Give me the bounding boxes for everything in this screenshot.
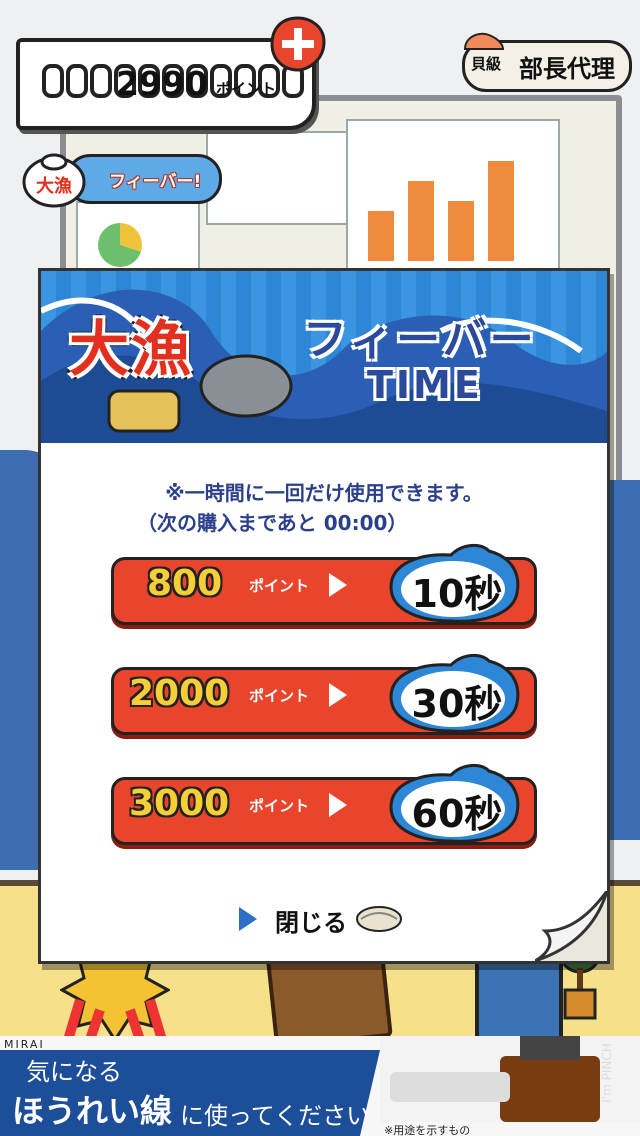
points-unit: ポイント: [216, 80, 277, 98]
pie-mark: [98, 223, 142, 267]
bar-chart-sheet: [346, 119, 560, 273]
fever-badge[interactable]: フィーバー! 大漁: [22, 150, 222, 208]
banner-title: フィーバー: [303, 314, 537, 365]
paper-sheet: [206, 131, 350, 225]
bar-mark: [448, 201, 474, 261]
fever-option-10s[interactable]: 800 ポイント 10秒: [111, 544, 537, 625]
fever-option-60s[interactable]: 3000 ポイント 60秒: [111, 764, 537, 845]
arrow-right-icon: [329, 793, 347, 817]
banner-subtitle: TIME: [367, 363, 483, 407]
fever-badge-label: フィーバー!: [109, 172, 202, 192]
option-unit: ポイント: [249, 797, 310, 815]
ring-icon: [66, 64, 88, 98]
option-unit: ポイント: [249, 687, 310, 705]
usage-note: ※一時間に一回だけ使用できます。: [165, 481, 483, 505]
ad-brand: MIRAI: [4, 1038, 45, 1051]
option-duration: 60秒: [411, 792, 503, 836]
rank-title: 部長代理: [519, 55, 615, 83]
fever-banner: 大漁 フィーバー TIME: [41, 271, 607, 443]
fever-dialog: 大漁 フィーバー TIME ※一時間に一回だけ使用できます。 （次の購入まであと…: [38, 268, 610, 964]
option-cost: 3000: [129, 783, 230, 824]
ring-icon: [42, 64, 64, 98]
cooldown-note: （次の購入まであと 00:00）: [137, 511, 408, 535]
option-duration: 30秒: [411, 682, 503, 726]
fever-icon-text: 大漁: [36, 175, 72, 197]
fever-pill: フィーバー!: [66, 154, 222, 204]
option-cost: 2000: [129, 673, 230, 714]
bar-mark: [488, 161, 514, 261]
ad-headline-3: に使ってください: [180, 1102, 371, 1130]
rank-badge: 貝級 部長代理: [462, 32, 632, 92]
close-label: 閉じる: [275, 909, 347, 937]
points-value: 2990: [116, 64, 208, 103]
play-icon: [239, 907, 257, 931]
arrow-right-icon: [329, 683, 347, 707]
page-curl: [535, 891, 607, 961]
clam-icon: [199, 354, 293, 418]
ad-banner[interactable]: MIRAI 気になる ほうれい線 に使ってください I'm PINCH ※用途を…: [0, 1036, 640, 1136]
ad-note: ※用途を示すもの: [384, 1124, 471, 1136]
option-cost: 800: [147, 563, 223, 604]
fever-option-30s[interactable]: 2000 ポイント 30秒: [111, 654, 537, 735]
close-button[interactable]: 閉じる: [237, 899, 417, 939]
banner-kanji: 大漁: [69, 315, 193, 385]
ad-headline-1: 気になる: [26, 1058, 122, 1086]
add-points-button[interactable]: [270, 16, 326, 72]
ring-icon: [90, 64, 112, 98]
option-duration: 10秒: [411, 572, 503, 616]
ad-product-name: I'm PINCH: [599, 1043, 614, 1103]
ad-headline-2: ほうれい線: [12, 1092, 173, 1130]
arrow-right-icon: [329, 573, 347, 597]
bar-mark: [368, 211, 394, 261]
fever-pot-icon: 大漁: [22, 153, 86, 208]
shell-icon: [463, 32, 505, 50]
bar-mark: [408, 181, 434, 261]
shell-icon: [356, 906, 402, 932]
option-unit: ポイント: [249, 577, 310, 595]
character-icon: [107, 389, 181, 433]
rank-label: 貝級: [471, 55, 502, 73]
